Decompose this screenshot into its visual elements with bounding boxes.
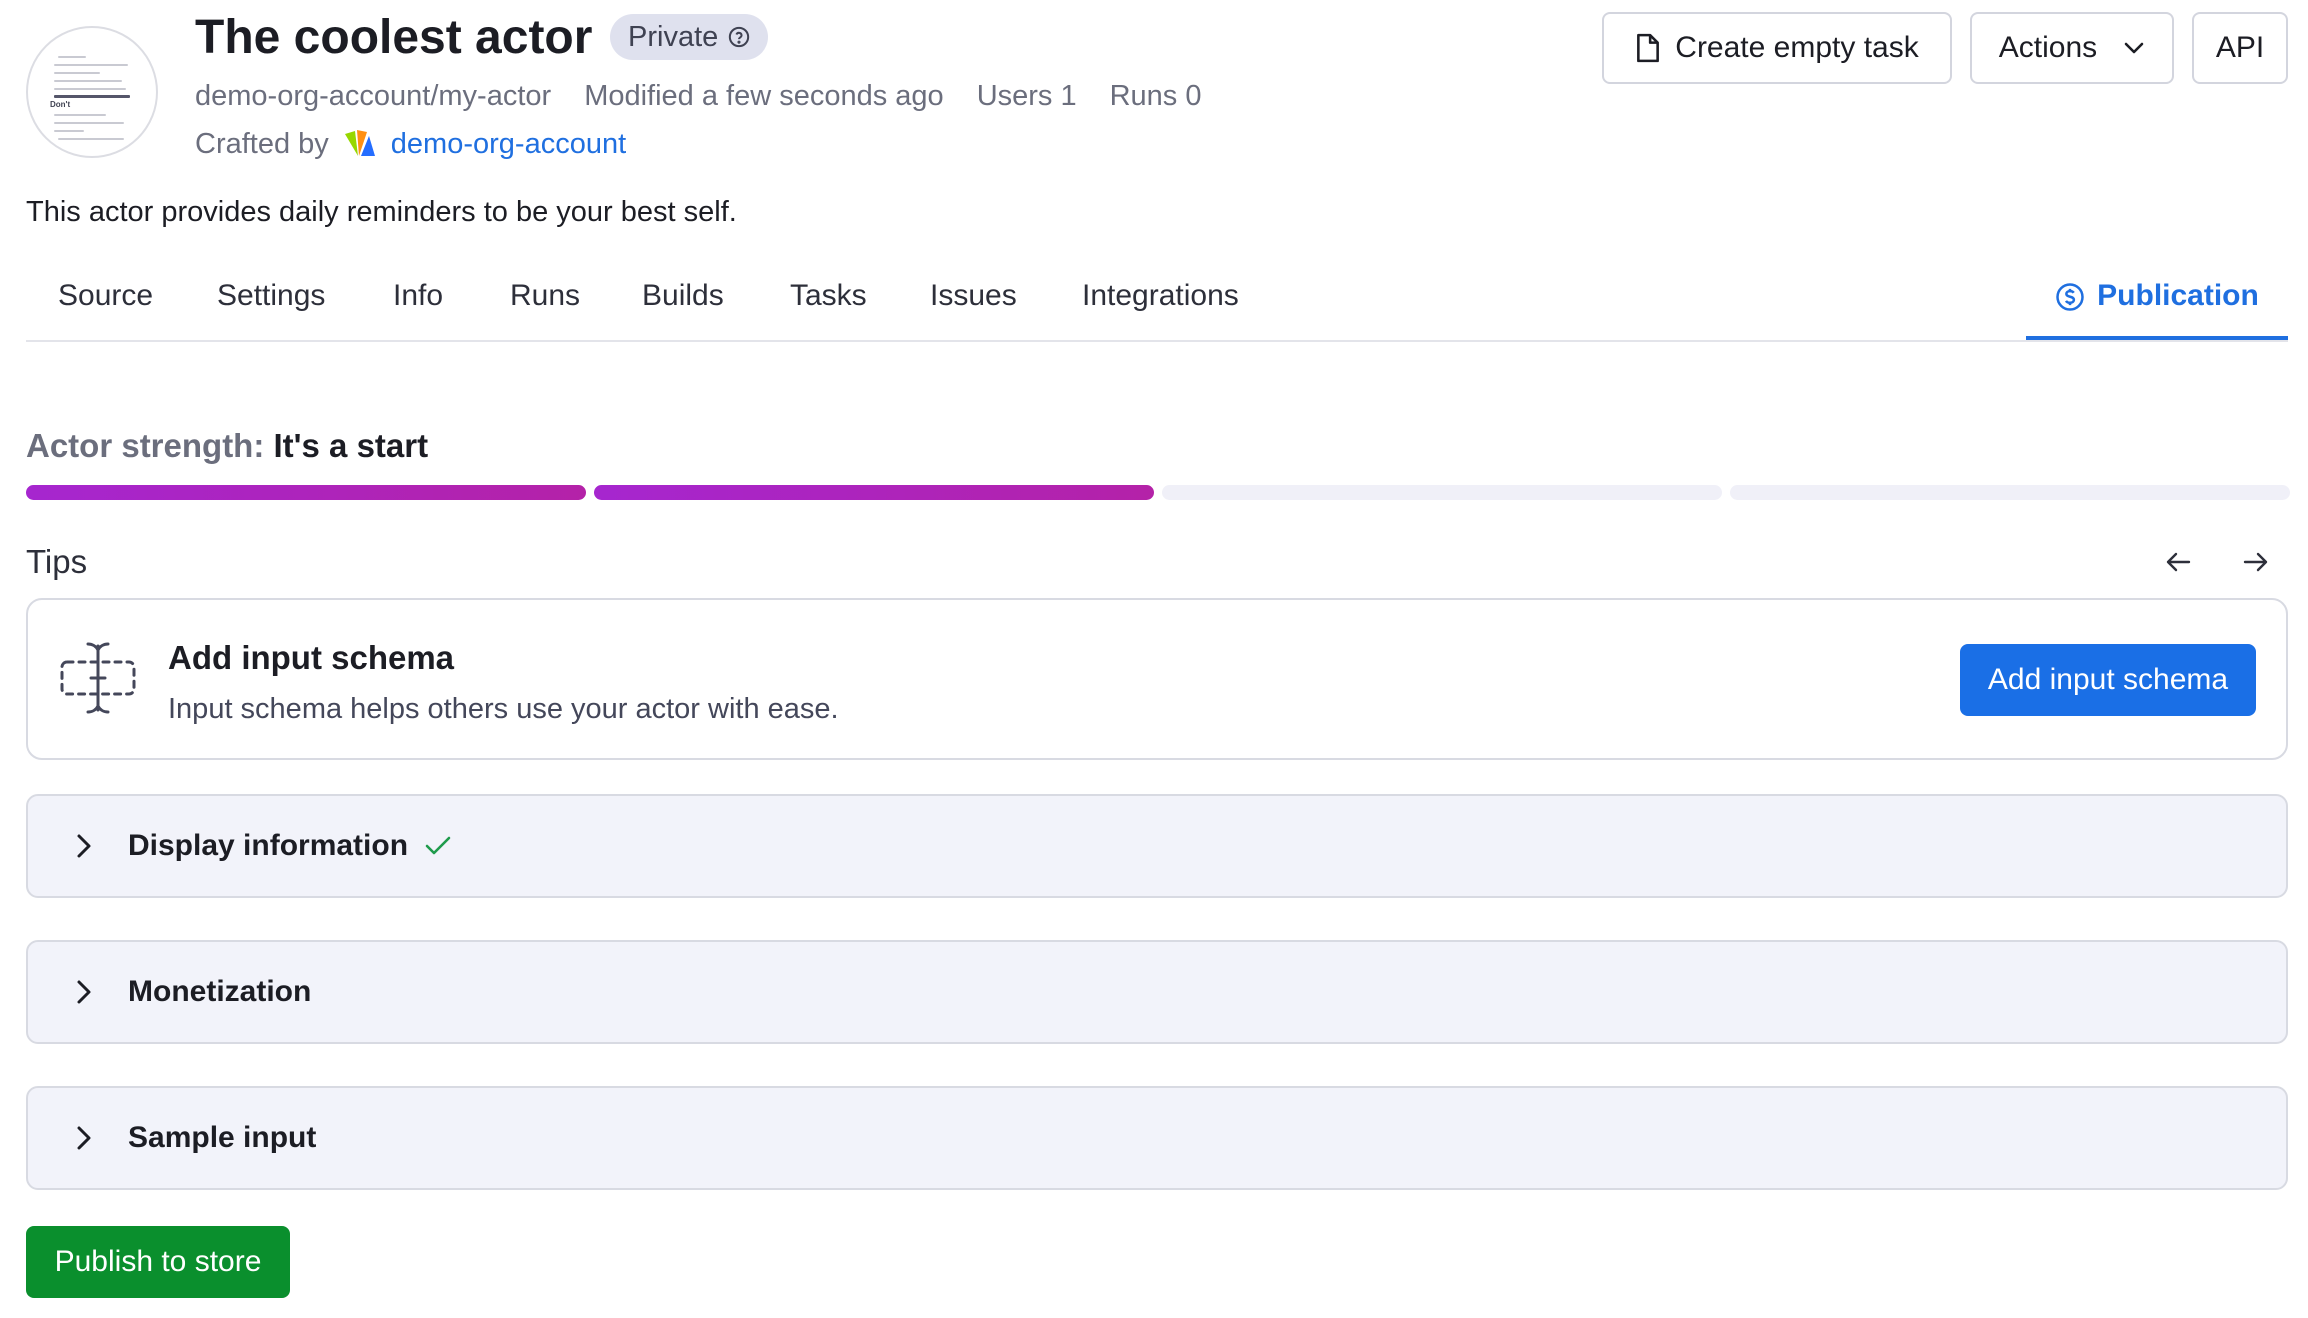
chevron-right-icon bbox=[76, 833, 104, 859]
strength-value: It's a start bbox=[273, 427, 429, 464]
tab-settings[interactable]: Settings bbox=[217, 268, 325, 340]
section-title: Display information bbox=[128, 829, 409, 862]
tab-runs[interactable]: Runs bbox=[510, 268, 580, 340]
arrow-left-icon[interactable] bbox=[2158, 540, 2198, 584]
strength-segment-3 bbox=[1162, 485, 1722, 500]
chevron-right-icon bbox=[76, 979, 104, 1005]
tab-info[interactable]: Info bbox=[393, 268, 443, 340]
tip-description: Input schema helps others use your actor… bbox=[168, 693, 839, 725]
tip-title: Add input schema bbox=[168, 639, 455, 676]
create-empty-task-button[interactable]: Create empty task bbox=[1602, 12, 1952, 84]
actions-label: Actions bbox=[1998, 31, 2098, 64]
tip-card: Add input schema Input schema helps othe… bbox=[26, 598, 2288, 760]
actions-button[interactable]: Actions bbox=[1970, 12, 2174, 84]
page-title: The coolest actor bbox=[195, 11, 593, 64]
chevron-down-icon bbox=[2123, 41, 2145, 55]
strength-segment-1 bbox=[26, 485, 586, 500]
tab-integrations[interactable]: Integrations bbox=[1082, 268, 1239, 340]
section-display-information[interactable]: Display information bbox=[26, 794, 2288, 898]
tab-bar: Source Settings Info Runs Builds Tasks I… bbox=[26, 268, 2288, 342]
badge-label: Private bbox=[628, 21, 719, 53]
crafted-by: Crafted by demo-org-account bbox=[195, 124, 626, 164]
section-title: Monetization bbox=[128, 975, 312, 1008]
runs-count: Runs 0 bbox=[1109, 80, 1202, 112]
actor-avatar: Don't bbox=[26, 26, 158, 158]
input-schema-icon bbox=[58, 638, 138, 723]
actor-strength: Actor strength: It's a start bbox=[26, 424, 428, 468]
tab-source[interactable]: Source bbox=[58, 268, 153, 340]
chevron-right-icon bbox=[76, 1125, 104, 1151]
org-link[interactable]: demo-org-account bbox=[391, 124, 626, 164]
actor-description: This actor provides daily reminders to b… bbox=[26, 196, 737, 228]
actor-meta: demo-org-account/my-actor Modified a few… bbox=[195, 76, 1202, 116]
add-input-schema-button[interactable]: Add input schema bbox=[1960, 644, 2256, 716]
avatar-label: Don't bbox=[50, 100, 71, 109]
visibility-badge[interactable]: Private bbox=[610, 14, 769, 60]
strength-segment-2 bbox=[594, 485, 1154, 500]
strength-segment-4 bbox=[1730, 485, 2290, 500]
tab-tasks[interactable]: Tasks bbox=[790, 268, 867, 340]
strength-label: Actor strength: bbox=[26, 427, 265, 464]
tab-publication-label: Publication bbox=[2097, 279, 2259, 312]
tips-heading: Tips bbox=[26, 543, 88, 580]
section-sample-input[interactable]: Sample input bbox=[26, 1086, 2288, 1190]
section-title: Sample input bbox=[128, 1121, 317, 1154]
actor-slug: demo-org-account/my-actor bbox=[195, 80, 552, 112]
publish-to-store-button[interactable]: Publish to store bbox=[26, 1226, 290, 1298]
section-monetization[interactable]: Monetization bbox=[26, 940, 2288, 1044]
users-count: Users 1 bbox=[976, 80, 1077, 112]
check-icon bbox=[424, 835, 452, 857]
tab-issues[interactable]: Issues bbox=[930, 268, 1017, 340]
create-empty-task-label: Create empty task bbox=[1675, 31, 1919, 64]
tab-publication[interactable]: Publication bbox=[2026, 268, 2288, 340]
document-icon bbox=[1635, 33, 1661, 63]
question-circle-icon[interactable] bbox=[728, 26, 750, 48]
arrow-right-icon[interactable] bbox=[2236, 540, 2276, 584]
dollar-circle-icon bbox=[2055, 268, 2085, 312]
crafted-by-label: Crafted by bbox=[195, 128, 329, 160]
api-button[interactable]: API bbox=[2192, 12, 2288, 84]
modified-time: Modified a few seconds ago bbox=[584, 80, 944, 112]
org-logo-icon bbox=[343, 128, 377, 160]
tab-builds[interactable]: Builds bbox=[642, 268, 724, 340]
